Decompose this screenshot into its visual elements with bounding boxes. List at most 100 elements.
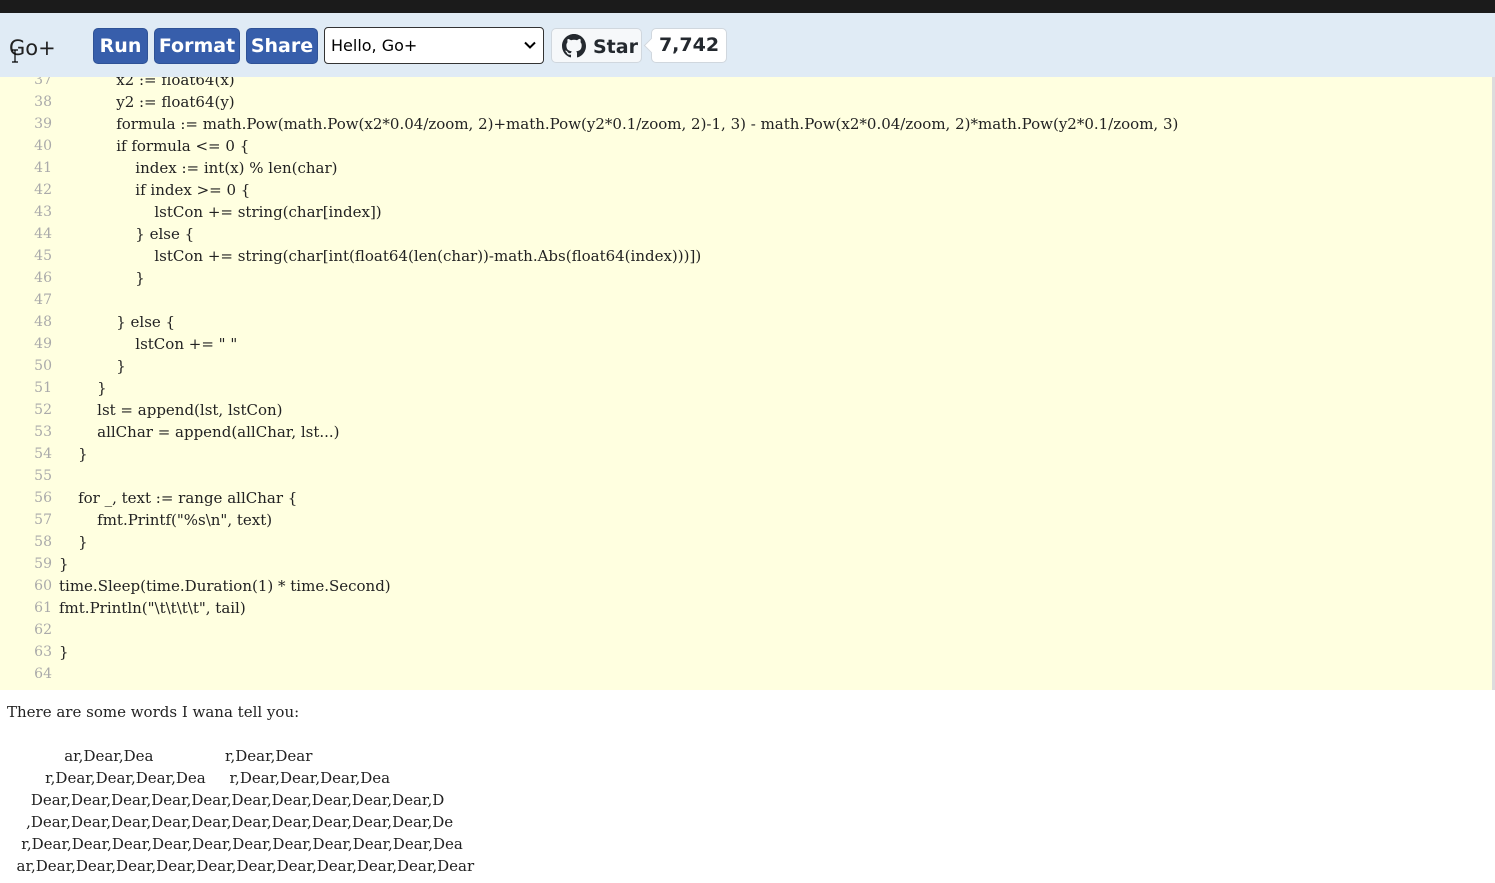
code-text: lstCon += string(char[int(float64(len(ch… [59,247,702,265]
format-button[interactable]: Format [154,28,240,64]
line-number: 61 [34,600,52,616]
code-line: 50 } [0,355,1495,377]
example-select[interactable]: Hello, Go+ [324,27,544,64]
code-line: 42 if index >= 0 { [0,179,1495,201]
line-number: 43 [34,204,52,220]
code-text: y2 := float64(y) [59,93,235,111]
output-line: ,Dear,Dear,Dear,Dear,Dear,Dear,Dear,Dear… [7,813,454,831]
code-text: } else { [59,225,195,243]
code-text: time.Sleep(time.Duration(1) * time.Secon… [59,577,391,595]
output-line: ar,Dear,Dea r,Dear,Dear [7,747,313,765]
text-cursor-icon [12,49,18,63]
code-text: } [59,643,69,661]
code-line: 41 index := int(x) % len(char) [0,157,1495,179]
line-number: 39 [34,116,52,132]
line-number: 55 [34,468,52,484]
output-line: r,Dear,Dear,Dear,Dea r,Dear,Dear,Dear,De… [7,769,391,787]
output-line: r,Dear,Dear,Dear,Dear,Dear,Dear,Dear,Dea… [7,835,463,853]
code-line: 57 fmt.Printf("%s\n", text) [0,509,1495,531]
output-line: ar,Dear,Dear,Dear,Dear,Dear,Dear,Dear,De… [7,857,475,875]
code-line: 60 time.Sleep(time.Duration(1) * time.Sec… [0,575,1495,597]
code-line: 58 } [0,531,1495,553]
code-editor[interactable]: 37 x2 := float64(x) 38 y2 := float64(y) 39… [0,77,1495,690]
code-line: 37 x2 := float64(x) [0,77,1495,91]
code-text: if index >= 0 { [59,181,251,199]
code-line: 47 [0,289,1495,311]
line-number: 63 [34,644,52,660]
code-line: 54 } [0,443,1495,465]
line-number: 50 [34,358,52,374]
code-line: 64 [0,663,1495,685]
example-select-value: Hello, Go+ [331,36,418,55]
line-number: 46 [34,270,52,286]
code-text: } [59,357,126,375]
code-line: 55 [0,465,1495,487]
code-line: 49 lstCon += " " [0,333,1495,355]
github-star-button[interactable]: Star [551,28,642,63]
code-line: 44 } else { [0,223,1495,245]
code-text: formula := math.Pow(math.Pow(x2*0.04/zoo… [59,115,1179,133]
line-number: 60 [34,578,52,594]
code-line: 62 [0,619,1495,641]
code-text: allChar = append(allChar, lst...) [59,423,340,441]
code-line: 59} [0,553,1495,575]
code-text: fmt.Printf("%s\n", text) [59,511,273,529]
line-number: 54 [34,446,52,462]
line-number: 44 [34,226,52,242]
code-line: 63} [0,641,1495,663]
line-number: 59 [34,556,52,572]
line-number: 47 [34,292,52,308]
code-text: for _, text := range allChar { [59,489,298,507]
code-text: index := int(x) % len(char) [59,159,338,177]
code-line: 38 y2 := float64(y) [0,91,1495,113]
line-number: 53 [34,424,52,440]
code-line: 39 formula := math.Pow(math.Pow(x2*0.04/… [0,113,1495,135]
line-number: 41 [34,160,52,176]
chevron-down-icon [524,41,536,49]
line-number: 49 [34,336,52,352]
share-button[interactable]: Share [246,28,318,64]
line-number: 52 [34,402,52,418]
program-output: There are some words I wana tell you: ar… [0,690,1495,883]
code-line: 43 lstCon += string(char[index]) [0,201,1495,223]
code-line: 56 for _, text := range allChar { [0,487,1495,509]
line-number: 62 [34,622,52,638]
line-number: 45 [34,248,52,264]
line-number: 38 [34,94,52,110]
code-text: lstCon += string(char[index]) [59,203,382,221]
code-text: lstCon += " " [59,335,238,353]
code-line: 45 lstCon += string(char[int(float64(len… [0,245,1495,267]
code-text: } [59,555,69,573]
code-line: 53 allChar = append(allChar, lst...) [0,421,1495,443]
star-label: Star [593,36,638,58]
code-text: if formula <= 0 { [59,137,250,155]
run-button[interactable]: Run [93,28,148,64]
line-number: 58 [34,534,52,550]
line-number: 48 [34,314,52,330]
playground-header: Go+ Run Format Share Hello, Go+ Star 7,7… [0,13,1495,77]
code-line: 48 } else { [0,311,1495,333]
line-number: 57 [34,512,52,528]
github-icon [562,34,586,58]
output-line: Dear,Dear,Dear,Dear,Dear,Dear,Dear,Dear,… [7,791,445,809]
line-number: 42 [34,182,52,198]
line-number: 51 [34,380,52,396]
line-number: 37 [34,77,52,88]
code-lines: 37 x2 := float64(x) 38 y2 := float64(y) 39… [0,77,1495,685]
code-line: 40 if formula <= 0 { [0,135,1495,157]
code-line: 51 } [0,377,1495,399]
code-line: 46 } [0,267,1495,289]
code-text: } [59,445,88,463]
line-number: 64 [34,666,52,682]
code-text: } [59,533,88,551]
code-text: fmt.Println("\t\t\t\t", tail) [59,599,246,617]
code-text: lst = append(lst, lstCon) [59,401,283,419]
star-count-badge[interactable]: 7,742 [651,28,727,63]
code-line: 61 fmt.Println("\t\t\t\t", tail) [0,597,1495,619]
code-text: } else { [59,313,176,331]
output-line: There are some words I wana tell you: [7,703,300,721]
code-text: } [59,379,107,397]
code-text: x2 := float64(x) [59,77,235,89]
line-number: 40 [34,138,52,154]
